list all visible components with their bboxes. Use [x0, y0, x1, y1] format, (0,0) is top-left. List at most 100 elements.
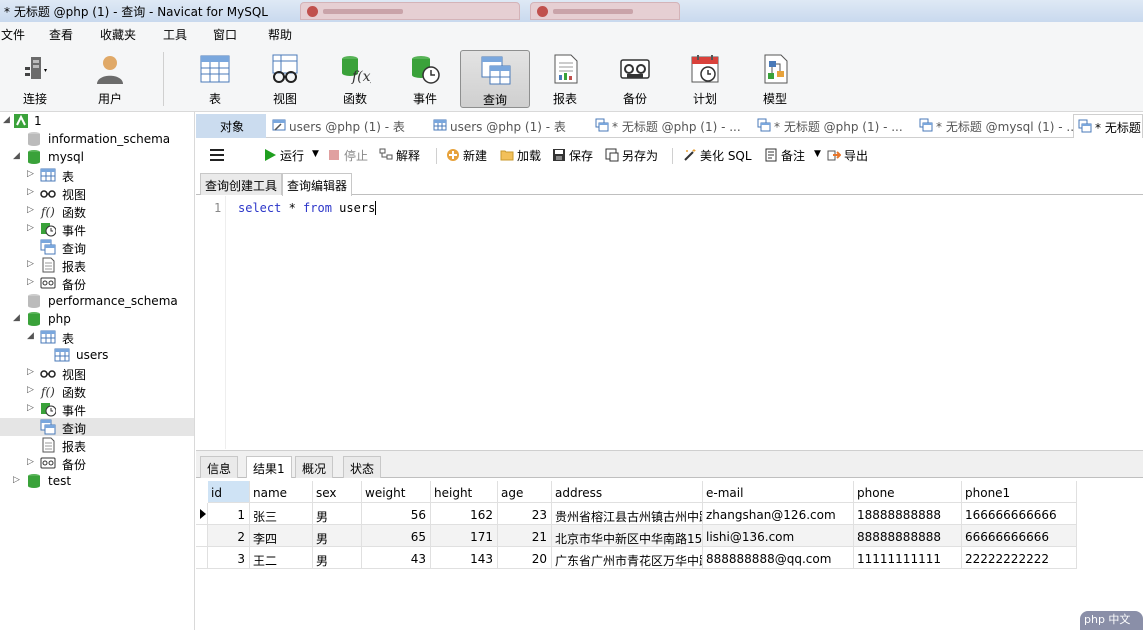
tree-item-events[interactable]: ▷ 事件 [0, 400, 194, 418]
expand-arrow-icon[interactable]: ▷ [27, 259, 36, 271]
table-cell[interactable]: 888888888@qq.com [703, 547, 854, 569]
menu-window[interactable]: 窗口 [213, 26, 237, 43]
backup-button[interactable]: 备份 [600, 50, 670, 108]
table-cell[interactable]: 贵州省榕江县古州镇古州中路 [552, 503, 703, 525]
tree-db-performance-schema[interactable]: performance_schema [0, 292, 194, 310]
save-as-button[interactable]: 另存为 [605, 147, 658, 164]
schedule-button[interactable]: 计划 [670, 50, 740, 108]
expand-arrow-icon[interactable]: ▷ [13, 475, 22, 487]
view-button[interactable]: 视图 [250, 50, 320, 108]
table-button[interactable]: 表 [180, 50, 250, 108]
tab-untitled-query[interactable]: * 无标题 @mysql (1) - ... [915, 114, 1078, 138]
run-button[interactable]: 运行 [263, 147, 304, 164]
expand-arrow-icon[interactable]: ▷ [27, 457, 36, 469]
tab-untitled-query[interactable]: * 无标题 @php (1) - ... [753, 114, 913, 138]
run-dropdown-icon[interactable]: ▼ [312, 149, 319, 159]
tree-item-events[interactable]: ▷ 事件 [0, 220, 194, 238]
table-cell[interactable]: 56 [362, 503, 431, 525]
table-cell[interactable]: 11111111111 [854, 547, 962, 569]
tree-item-views[interactable]: ▷ 视图 [0, 184, 194, 202]
table-cell[interactable]: zhangshan@126.com [703, 503, 854, 525]
tree-item-functions[interactable]: ▷ f() 函数 [0, 382, 194, 400]
comment-dropdown-icon[interactable]: ▼ [814, 149, 821, 159]
tree-db-information-schema[interactable]: information_schema [0, 130, 194, 148]
tab-untitled-query-active[interactable]: * 无标题 [1073, 114, 1143, 138]
load-button[interactable]: 加载 [500, 147, 541, 164]
column-header-id[interactable]: id [208, 481, 250, 503]
table-cell[interactable]: 王二 [250, 547, 313, 569]
collapse-arrow-icon[interactable]: ◢ [13, 313, 22, 325]
table-cell[interactable]: 65 [362, 525, 431, 547]
table-cell[interactable]: 143 [431, 547, 498, 569]
tree-table-users[interactable]: users [0, 346, 194, 364]
expand-arrow-icon[interactable]: ▷ [27, 385, 36, 397]
column-header-address[interactable]: address [552, 481, 703, 503]
row-selector[interactable] [196, 547, 208, 569]
column-header-sex[interactable]: sex [313, 481, 362, 503]
hamburger-menu-icon[interactable] [210, 149, 224, 161]
tree-item-queries[interactable]: 查询 [0, 238, 194, 256]
table-cell[interactable]: 43 [362, 547, 431, 569]
report-button[interactable]: 报表 [530, 50, 600, 108]
export-button[interactable]: 导出 [827, 147, 868, 164]
expand-arrow-icon[interactable]: ▷ [27, 205, 36, 217]
collapse-arrow-icon[interactable]: ◢ [13, 151, 22, 163]
column-header-height[interactable]: height [431, 481, 498, 503]
menu-file[interactable]: 文件 [1, 26, 25, 43]
event-button[interactable]: 事件 [390, 50, 460, 108]
menu-favorites[interactable]: 收藏夹 [100, 26, 136, 43]
expand-arrow-icon[interactable]: ▷ [27, 169, 36, 181]
tree-item-queries[interactable]: 查询 [0, 418, 194, 436]
stop-button[interactable]: 停止 [327, 147, 368, 164]
user-button[interactable]: 用户 [75, 50, 145, 108]
tree-item-reports[interactable]: 报表 [0, 436, 194, 454]
table-cell[interactable]: 3 [208, 547, 250, 569]
tree-item-reports[interactable]: ▷ 报表 [0, 256, 194, 274]
expand-arrow-icon[interactable]: ▷ [27, 187, 36, 199]
table-cell[interactable]: 171 [431, 525, 498, 547]
tree-connection[interactable]: ◢ 1 [0, 112, 194, 130]
table-cell[interactable]: 男 [313, 547, 362, 569]
model-button[interactable]: 模型 [740, 50, 810, 108]
table-cell[interactable]: 广东省广州市青花区万华中路 [552, 547, 703, 569]
tree-item-views[interactable]: ▷ 视图 [0, 364, 194, 382]
collapse-arrow-icon[interactable]: ◢ [3, 115, 12, 127]
background-browser-tab[interactable] [300, 2, 520, 20]
expand-arrow-icon[interactable]: ▷ [27, 367, 36, 379]
query-button[interactable]: 查询 [460, 50, 530, 108]
table-cell[interactable]: 李四 [250, 525, 313, 547]
tree-item-backups[interactable]: ▷ 备份 [0, 454, 194, 472]
column-header-phone[interactable]: phone [854, 481, 962, 503]
table-cell[interactable]: 22222222222 [962, 547, 1077, 569]
connect-button[interactable]: 连接 [0, 50, 70, 108]
tree-db-test[interactable]: ▷ test [0, 472, 194, 490]
tree-item-functions[interactable]: ▷ f() 函数 [0, 202, 194, 220]
tab-query-editor[interactable]: 查询编辑器 [282, 173, 353, 196]
explain-button[interactable]: 解释 [379, 147, 420, 164]
sql-code-line[interactable]: select * from users [238, 201, 377, 215]
table-cell[interactable]: lishi@136.com [703, 525, 854, 547]
tree-db-mysql[interactable]: ◢ mysql [0, 148, 194, 166]
menu-help[interactable]: 帮助 [268, 26, 292, 43]
current-row-indicator[interactable] [196, 503, 208, 525]
tree-item-tables[interactable]: ◢ 表 [0, 328, 194, 346]
sql-editor[interactable]: 1 select * from users [196, 196, 1143, 449]
tab-result-1[interactable]: 结果1 [246, 456, 292, 479]
tree-db-php[interactable]: ◢ php [0, 310, 194, 328]
table-cell[interactable]: 166666666666 [962, 503, 1077, 525]
column-header-weight[interactable]: weight [362, 481, 431, 503]
tab-objects[interactable]: 对象 [196, 114, 266, 138]
function-button[interactable]: f(x) 函数 [320, 50, 390, 108]
new-button[interactable]: 新建 [446, 147, 487, 164]
tab-info[interactable]: 信息 [200, 456, 239, 478]
background-browser-tab[interactable] [530, 2, 680, 20]
table-cell[interactable]: 男 [313, 525, 362, 547]
expand-arrow-icon[interactable]: ▷ [27, 403, 36, 415]
tab-users-table[interactable]: users @php (1) - 表 [268, 114, 426, 138]
row-selector[interactable] [196, 525, 208, 547]
table-cell[interactable]: 23 [498, 503, 552, 525]
collapse-arrow-icon[interactable]: ◢ [27, 331, 36, 343]
table-cell[interactable]: 88888888888 [854, 525, 962, 547]
save-button[interactable]: 保存 [552, 147, 593, 164]
table-cell[interactable]: 北京市华中新区中华南路150 [552, 525, 703, 547]
